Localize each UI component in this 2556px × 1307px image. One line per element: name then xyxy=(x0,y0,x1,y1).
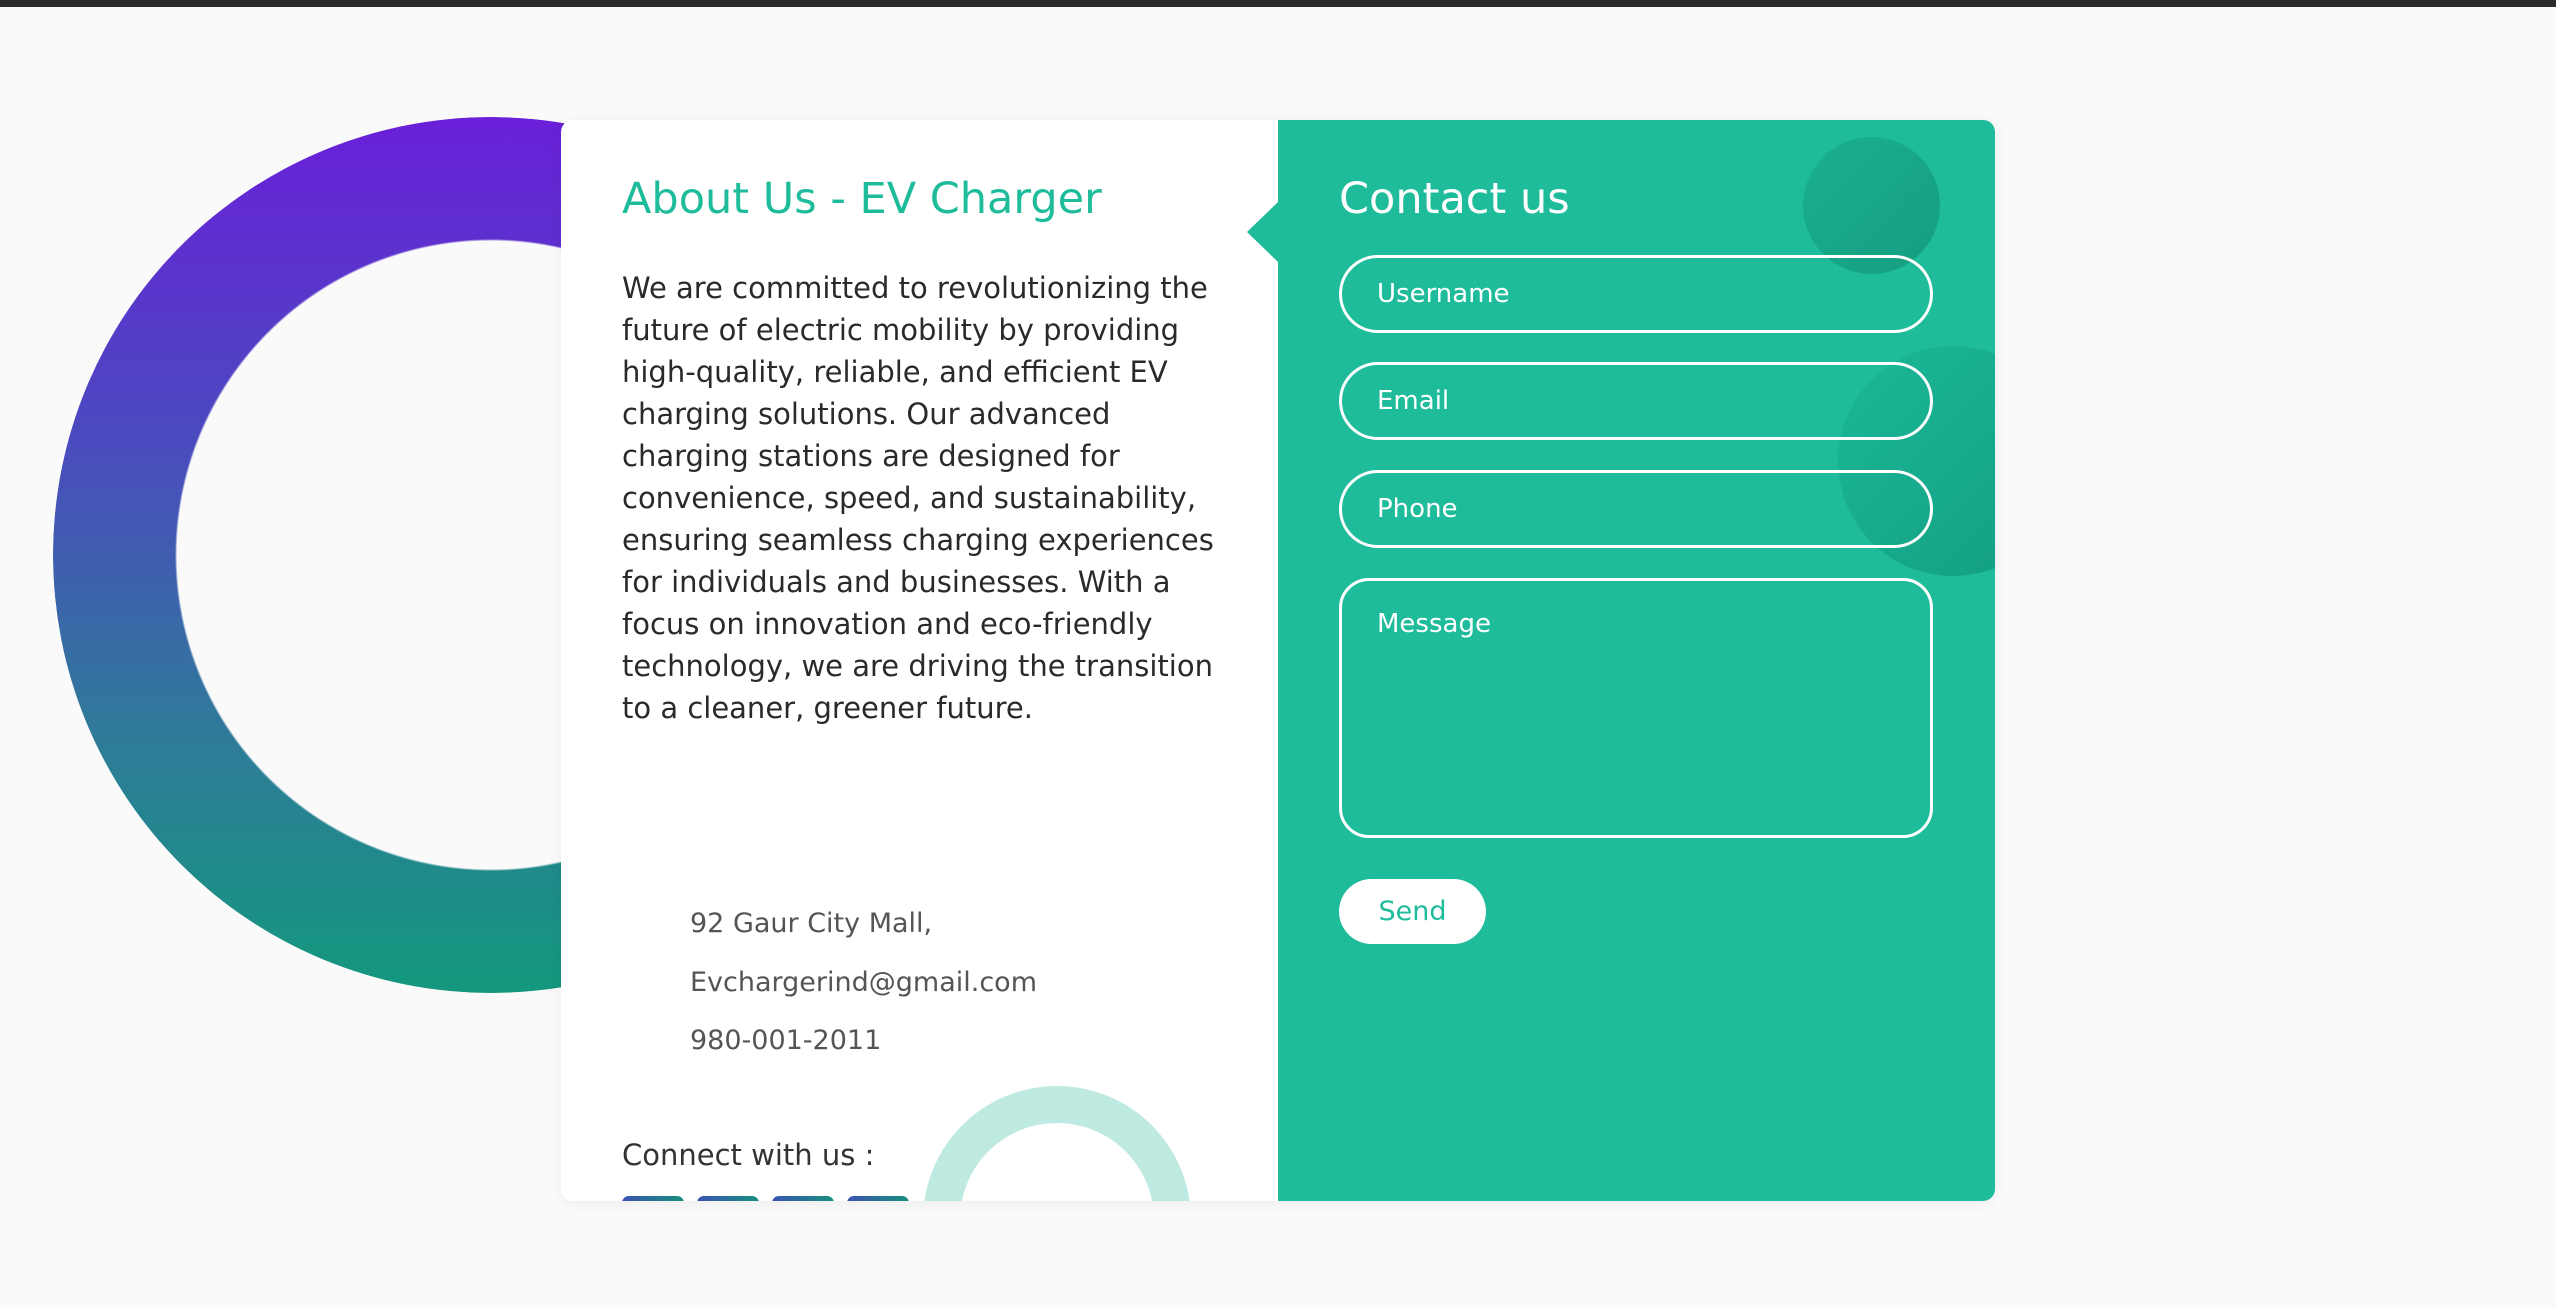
phone-input[interactable] xyxy=(1339,470,1933,548)
phone-text: 980-001-2011 xyxy=(690,1025,882,1056)
contact-section: Contact us Send xyxy=(1278,120,1995,1201)
connect-label: Connect with us : xyxy=(622,1138,875,1172)
social-icon-4[interactable] xyxy=(847,1196,909,1201)
decorative-small-ring xyxy=(923,1086,1191,1201)
social-icon-3[interactable] xyxy=(772,1196,834,1201)
social-icon-1[interactable] xyxy=(622,1196,684,1201)
contact-title: Contact us xyxy=(1339,174,1570,224)
about-description: We are committed to revolutionizing the … xyxy=(622,271,1214,725)
address-text: 92 Gaur City Mall, xyxy=(690,908,933,939)
message-textarea[interactable] xyxy=(1339,578,1933,838)
social-links xyxy=(622,1196,909,1201)
social-icon-2[interactable] xyxy=(697,1196,759,1201)
contact-card: About Us - EV Charger We are committed t… xyxy=(561,120,1995,1201)
about-section: About Us - EV Charger We are committed t… xyxy=(561,120,1278,1201)
decorative-circle xyxy=(1803,137,1940,274)
email-text: Evchargerind@gmail.com xyxy=(690,967,1038,998)
pointer-arrow xyxy=(1247,202,1278,262)
about-title: About Us - EV Charger xyxy=(622,174,1102,224)
send-button[interactable]: Send xyxy=(1339,879,1486,944)
email-input[interactable] xyxy=(1339,362,1933,440)
top-bar xyxy=(0,0,2556,7)
username-input[interactable] xyxy=(1339,255,1933,333)
